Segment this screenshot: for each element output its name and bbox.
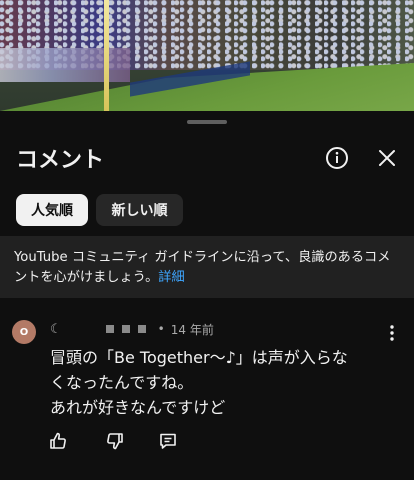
thumb-down-icon xyxy=(107,433,123,450)
community-guidelines-notice: YouTube コミュニティ ガイドラインに沿って、良識のあるコメントを心がけま… xyxy=(0,236,414,298)
comments-sheet: コメント 人気順 新しい順 YouTube コミュニティ ガイドラインに沿って、… xyxy=(0,111,414,480)
foul-pole xyxy=(104,0,109,111)
video-player[interactable] xyxy=(0,0,414,111)
sort-chip-newest[interactable]: 新しい順 xyxy=(96,194,183,226)
info-button[interactable] xyxy=(323,144,351,172)
crowd xyxy=(0,48,130,82)
more-vert-icon xyxy=(390,325,394,341)
drag-handle[interactable] xyxy=(187,120,227,124)
comment-line: くなったんですね。 xyxy=(50,373,194,392)
thumb-up-icon xyxy=(50,432,66,449)
redacted-block xyxy=(121,325,130,333)
comment-menu-button[interactable] xyxy=(384,323,400,343)
close-icon xyxy=(379,150,395,166)
comment-line: 冒頭の「Be Together〜♪」は声が入らな xyxy=(50,348,348,367)
meta-separator: • xyxy=(157,322,165,336)
reply-button[interactable] xyxy=(158,431,178,451)
like-button[interactable] xyxy=(48,431,68,451)
comment-age: 14 年前 xyxy=(170,322,214,337)
sheet-title: コメント xyxy=(16,148,105,173)
notice-more-link[interactable]: 詳細 xyxy=(158,270,184,285)
close-button[interactable] xyxy=(373,144,401,172)
comment-meta: ☾ • 14 年前 xyxy=(50,320,214,338)
comment-line: あれが好きなんですけど xyxy=(50,398,226,417)
redacted-block xyxy=(137,325,146,333)
comment-author-handle[interactable]: ☾ xyxy=(50,322,62,337)
dislike-button[interactable] xyxy=(105,431,125,451)
sort-chip-popular[interactable]: 人気順 xyxy=(16,194,88,226)
avatar[interactable]: O xyxy=(12,320,36,344)
info-circle-icon xyxy=(326,147,348,169)
notice-text: YouTube コミュニティ ガイドラインに沿って、良識のあるコメントを心がけま… xyxy=(14,250,391,285)
comment-text: 冒頭の「Be Together〜♪」は声が入らな くなったんですね。 あれが好き… xyxy=(50,345,390,420)
redacted-block xyxy=(105,325,114,333)
reply-comment-icon xyxy=(160,433,176,449)
